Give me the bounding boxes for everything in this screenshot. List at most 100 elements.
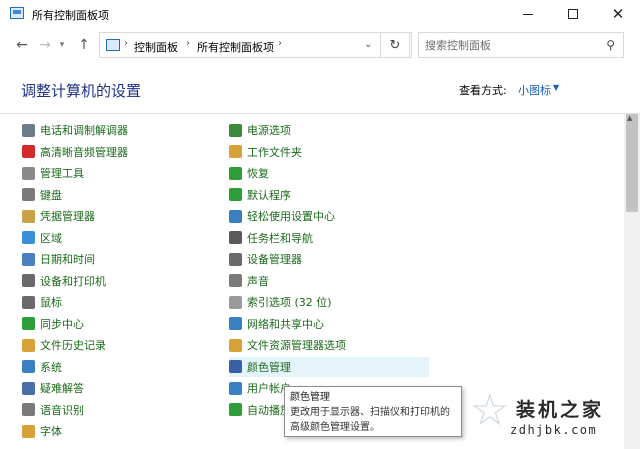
control-panel-item[interactable]: 恢复 xyxy=(229,163,429,183)
control-panel-item[interactable]: 轻松使用设置中心 xyxy=(229,206,429,226)
item-label: 文件历史记录 xyxy=(40,339,106,352)
up-button[interactable]: ↑ xyxy=(76,36,92,54)
item-label: 轻松使用设置中心 xyxy=(247,210,335,223)
maximize-button[interactable] xyxy=(551,0,595,28)
watermark-url: zdhjbk.com xyxy=(510,423,598,437)
chevron-right-icon: › xyxy=(186,38,190,49)
tooltip-line: 更改用于显示器、扫描仪和打印机的 xyxy=(290,407,450,418)
user-accounts-icon xyxy=(229,381,242,395)
ease-of-access-icon xyxy=(229,209,242,223)
sync-center-icon xyxy=(22,317,35,330)
control-panel-item[interactable]: 日期和时间 xyxy=(22,249,202,269)
address-bar[interactable]: › 控制面板 › 所有控制面板项 › ⌄ xyxy=(99,32,412,58)
device-manager-icon xyxy=(229,252,242,266)
region-icon xyxy=(22,231,35,244)
minimize-icon xyxy=(523,13,533,15)
sound-icon xyxy=(229,274,242,287)
control-panel-item[interactable]: 任务栏和导航 xyxy=(229,228,429,248)
back-button[interactable]: ← xyxy=(14,36,30,54)
control-panel-item[interactable]: 语音识别 xyxy=(22,400,202,420)
refresh-icon: ↻ xyxy=(389,37,401,53)
tooltip: 颜色管理 更改用于显示器、扫描仪和打印机的 高级颜色管理设置。 xyxy=(284,386,462,437)
control-panel-item[interactable]: 工作文件夹 xyxy=(229,142,429,162)
page-title: 调整计算机的设置 xyxy=(21,82,142,100)
item-label: 字体 xyxy=(40,425,62,438)
control-panel-item[interactable]: 系统 xyxy=(22,357,202,377)
view-by-label: 查看方式: xyxy=(459,84,507,97)
close-button[interactable]: ✕ xyxy=(596,0,640,28)
control-panel-item[interactable]: 颜色管理 xyxy=(229,356,429,377)
search-box[interactable]: ⚲ xyxy=(418,32,624,58)
tooltip-line: 高级颜色管理设置。 xyxy=(290,422,380,433)
control-panel-item[interactable]: 声音 xyxy=(229,271,429,291)
item-label: 声音 xyxy=(247,274,269,288)
watermark-text: 装机之家 xyxy=(516,399,605,421)
file-history-icon xyxy=(22,338,35,352)
control-panel-item[interactable]: 网络和共享中心 xyxy=(229,314,429,334)
audio-manager-icon xyxy=(22,145,35,158)
color-management-icon xyxy=(229,360,242,373)
control-panel-item[interactable]: 鼠标 xyxy=(22,292,202,312)
breadcrumb-all-items[interactable]: 所有控制面板项 xyxy=(197,39,274,55)
item-label: 日期和时间 xyxy=(40,253,95,266)
scroll-up-icon[interactable]: ▲ xyxy=(627,114,632,122)
minimize-button[interactable] xyxy=(506,0,550,28)
item-label: 语音识别 xyxy=(40,403,84,417)
control-panel-item[interactable]: 高清晰音频管理器 xyxy=(22,142,202,162)
item-label: 索引选项 (32 位) xyxy=(247,296,332,309)
recovery-icon xyxy=(229,166,242,180)
view-by-dropdown[interactable]: 小图标 xyxy=(518,82,551,98)
control-panel-item[interactable]: 设备和打印机 xyxy=(22,271,202,291)
control-panel-item[interactable]: 区域 xyxy=(22,228,202,248)
chevron-down-icon[interactable]: ⌄ xyxy=(364,39,372,50)
chevron-down-icon[interactable]: ▼ xyxy=(553,83,559,92)
item-label: 恢复 xyxy=(247,167,269,180)
refresh-button[interactable]: ↻ xyxy=(380,32,410,58)
control-panel-item[interactable]: 电话和调制解调器 xyxy=(22,120,202,140)
control-panel-item[interactable]: 设备管理器 xyxy=(229,249,429,269)
item-label: 文件资源管理器选项 xyxy=(247,339,346,352)
control-panel-item[interactable]: 默认程序 xyxy=(229,185,429,205)
control-panel-item[interactable]: 索引选项 (32 位) xyxy=(229,292,429,312)
control-panel-item[interactable]: 字体 xyxy=(22,421,202,441)
control-panel-item[interactable]: 凭据管理器 xyxy=(22,206,202,226)
search-input[interactable] xyxy=(425,37,595,53)
control-panel-icon xyxy=(10,7,24,19)
item-label: 凭据管理器 xyxy=(40,210,95,223)
control-panel-item[interactable]: 文件历史记录 xyxy=(22,335,202,355)
date-time-icon xyxy=(22,252,35,266)
control-panel-item[interactable]: 电源选项 xyxy=(229,120,429,140)
item-label: 疑难解答 xyxy=(40,382,84,395)
header-divider xyxy=(0,113,640,114)
work-folders-icon xyxy=(229,145,242,158)
control-panel-item[interactable]: 同步中心 xyxy=(22,314,202,334)
fonts-icon xyxy=(22,424,35,438)
item-label: 电话和调制解调器 xyxy=(40,124,128,137)
system-icon xyxy=(22,360,35,373)
item-label: 区域 xyxy=(40,231,62,245)
item-label: 颜色管理 xyxy=(247,360,291,374)
item-label: 高清晰音频管理器 xyxy=(40,145,128,159)
scrollbar-thumb[interactable] xyxy=(626,114,638,212)
item-label: 工作文件夹 xyxy=(247,145,302,159)
maximize-icon xyxy=(568,9,578,19)
title-bar: 所有控制面板项 ✕ xyxy=(0,0,640,28)
item-label: 设备和打印机 xyxy=(40,274,106,288)
default-programs-icon xyxy=(229,188,242,201)
recent-locations-button[interactable]: ▾ xyxy=(57,36,67,54)
power-options-icon xyxy=(229,123,242,137)
item-label: 设备管理器 xyxy=(247,253,302,266)
control-panel-item[interactable]: 疑难解答 xyxy=(22,378,202,398)
search-icon[interactable]: ⚲ xyxy=(606,38,615,52)
control-panel-item[interactable]: 文件资源管理器选项 xyxy=(229,335,429,355)
forward-button[interactable]: → xyxy=(38,36,52,54)
star-icon: ☆ xyxy=(470,385,510,436)
control-panel-item[interactable]: 键盘 xyxy=(22,185,202,205)
item-label: 电源选项 xyxy=(247,124,291,137)
chevron-right-icon: › xyxy=(124,38,128,49)
watermark: ☆ 装机之家 zdhjbk.com xyxy=(470,389,630,445)
breadcrumb-control-panel[interactable]: 控制面板 xyxy=(134,39,178,55)
item-label: 鼠标 xyxy=(40,296,62,309)
phone-modem-icon xyxy=(22,123,35,137)
control-panel-item[interactable]: 管理工具 xyxy=(22,163,202,183)
